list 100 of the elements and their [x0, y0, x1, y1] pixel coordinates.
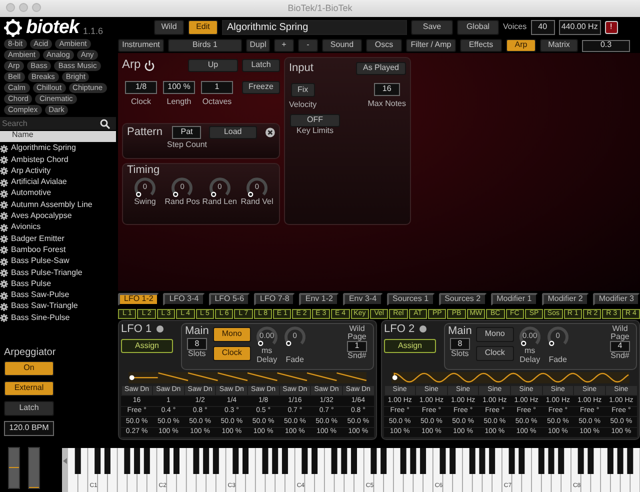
knob[interactable] — [282, 325, 307, 347]
mod-tab[interactable]: Env 3-4 — [342, 293, 383, 306]
toggle-button[interactable]: Clock — [476, 346, 514, 361]
mode-button[interactable]: Wild — [154, 20, 184, 35]
mod-tab[interactable]: Sources 2 — [438, 293, 487, 306]
field-label: Slots — [188, 350, 206, 359]
column-header[interactable]: Name — [0, 131, 116, 142]
value-field[interactable]: 16 — [374, 83, 400, 96]
patch-name[interactable]: Bass Saw-Triangle — [11, 302, 78, 312]
section-tab[interactable]: Sound — [322, 39, 362, 52]
value-field[interactable]: 8 — [450, 338, 470, 350]
field-label: Snd# — [348, 352, 366, 361]
assign-button[interactable]: Assign — [384, 339, 436, 354]
knob[interactable] — [254, 325, 279, 347]
alert-button[interactable]: ! — [604, 21, 618, 34]
unit-label: ms — [524, 347, 536, 356]
knob[interactable] — [518, 325, 542, 347]
toolbar-button[interactable]: Dupl — [246, 39, 270, 52]
value-field[interactable]: 1 — [201, 81, 233, 94]
field-label: Velocity — [289, 101, 317, 110]
close-icon[interactable] — [264, 126, 275, 138]
toolbar-button[interactable]: - — [298, 39, 318, 52]
patch-name[interactable]: Algorithmic Spring — [11, 144, 76, 154]
knob-label: Rand Len — [202, 198, 237, 207]
gear-icon — [0, 268, 8, 277]
value-field[interactable]: 1 — [347, 341, 367, 352]
patch-name[interactable]: Bass Pulse — [11, 280, 52, 289]
mod-tab[interactable]: LFO 5-6 — [208, 293, 250, 306]
assign-button[interactable]: Assign — [121, 339, 173, 354]
logo-icon — [4, 19, 22, 37]
mod-tab[interactable]: LFO 3-4 — [163, 293, 205, 306]
patch-name[interactable]: Bamboo Forest — [11, 246, 66, 255]
toggle-button[interactable]: On — [4, 361, 54, 376]
tuning-field[interactable]: 440.00 Hz — [558, 20, 601, 35]
value-field[interactable]: 4 — [610, 341, 630, 352]
patch-name-field[interactable]: Algorithmic Spring — [222, 20, 407, 35]
knob[interactable] — [133, 176, 157, 198]
mod-tab[interactable]: Env 1-2 — [299, 293, 339, 306]
patch-name[interactable]: Bass Sine-Pulse — [11, 314, 70, 322]
panel-title: Input — [289, 62, 314, 75]
field-label: Wild Page — [346, 325, 368, 341]
toolbar-button[interactable]: Freeze — [242, 81, 280, 94]
pattern-field[interactable]: Pat — [172, 126, 202, 139]
toggle-button[interactable]: Latch — [4, 401, 54, 416]
header-button[interactable]: Save — [411, 20, 453, 35]
toolbar-button[interactable]: OFF — [290, 114, 340, 127]
window-title: BioTek/1-BioTek — [288, 4, 352, 14]
value-field[interactable]: 1/8 — [125, 81, 157, 94]
section-tab[interactable]: Effects — [460, 39, 502, 52]
patch-name[interactable]: Bass Pulse-Triangle — [11, 268, 82, 278]
value-field[interactable]: 0.3 — [582, 40, 630, 52]
section-tab[interactable]: Matrix — [540, 39, 578, 52]
preset-button[interactable]: Birds 1 — [168, 39, 242, 52]
mod-tab[interactable]: Modifier 3 — [592, 293, 640, 306]
mode-button[interactable]: Edit — [188, 20, 218, 35]
knob[interactable] — [546, 325, 570, 347]
gear-icon — [0, 167, 8, 176]
search-input[interactable]: Search — [0, 119, 100, 128]
patch-name[interactable]: Bass Saw-Pulse — [11, 291, 70, 300]
patch-name[interactable]: Badger Emitter — [11, 234, 64, 244]
mod-tab[interactable]: Modifier 1 — [490, 293, 538, 306]
toggle-button[interactable]: Clock — [212, 346, 251, 361]
mod-tab[interactable]: LFO 7-8 — [254, 293, 296, 306]
patch-name[interactable]: Avionics — [11, 223, 41, 232]
header-button[interactable]: Global — [457, 20, 499, 35]
search-icon[interactable] — [100, 118, 110, 128]
toolbar-button[interactable]: Up — [188, 58, 238, 72]
patch-name[interactable]: Artificial Avialae — [11, 178, 67, 187]
mod-tab[interactable]: Sources 1 — [386, 293, 435, 306]
toolbar-button[interactable]: Latch — [242, 58, 280, 72]
power-icon[interactable] — [144, 60, 155, 70]
toolbar-button[interactable]: As Played — [356, 62, 406, 75]
mod-tab[interactable]: LFO 1-2 — [118, 293, 160, 306]
section-tab[interactable]: Filter / Amp — [406, 39, 456, 52]
knob[interactable] — [208, 176, 232, 198]
toolbar-button[interactable]: Instrument — [118, 39, 164, 52]
gear-icon — [0, 224, 8, 232]
knob[interactable] — [170, 176, 194, 198]
value-field[interactable]: 100 % — [163, 81, 195, 94]
patch-name[interactable]: Bass Pulse-Saw — [11, 257, 70, 266]
toolbar-button[interactable]: Load — [209, 126, 257, 139]
value-field[interactable]: 8 — [186, 338, 207, 350]
section-tab[interactable]: Oscs — [366, 39, 402, 52]
patch-name[interactable]: Aves Apocalypse — [11, 212, 72, 221]
toolbar-button[interactable]: + — [274, 39, 294, 52]
mod-tab[interactable]: Modifier 2 — [542, 293, 589, 306]
patch-name[interactable]: Ambistep Chord — [11, 156, 68, 164]
patch-name[interactable]: Automotive — [11, 189, 52, 198]
toolbar-button[interactable]: Fix — [290, 83, 315, 97]
patch-name[interactable]: Arp Activity — [11, 166, 51, 176]
toggle-button[interactable]: External — [4, 381, 54, 396]
knob[interactable] — [244, 176, 269, 198]
toggle-button[interactable]: Mono — [476, 327, 514, 342]
search-field[interactable]: Search — [0, 117, 116, 130]
toggle-button[interactable]: Mono — [212, 327, 251, 342]
piano-keyboard-drawing[interactable] — [68, 448, 640, 492]
tempo-field[interactable]: 120.0 BPM — [4, 421, 54, 436]
voices-field[interactable]: 40 — [530, 20, 555, 35]
section-tab[interactable]: Arp — [506, 39, 536, 52]
patch-name[interactable]: Autumn Assembly Line — [11, 200, 92, 210]
